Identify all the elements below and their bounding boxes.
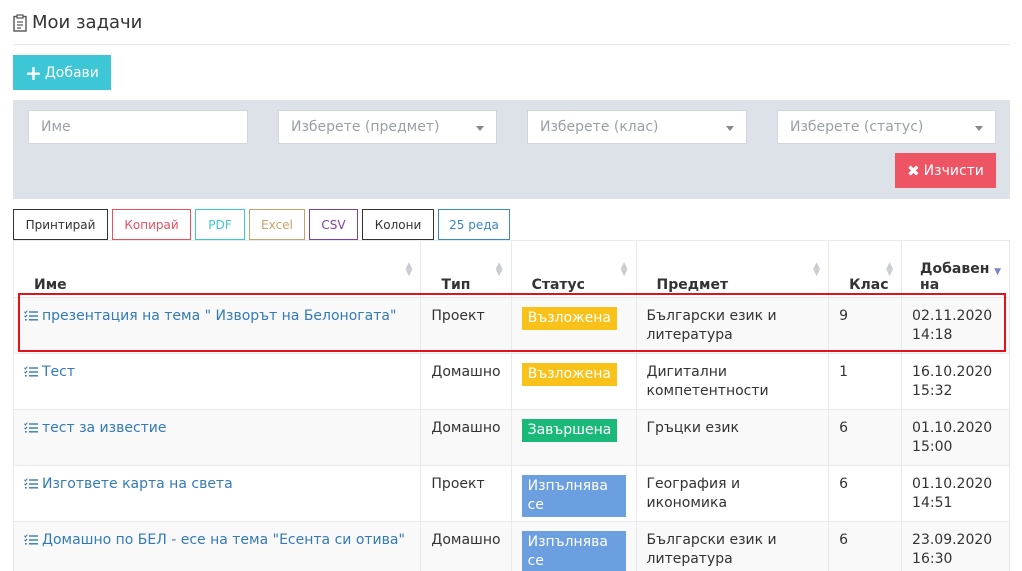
chevron-down-icon [726,126,734,131]
table-row: тест за известие Домашно Завършена Гръцки е… [12,409,1010,466]
sort-icon: ▲ ▼ [886,261,894,278]
task-added-date: 01.10.2020 14:51 [901,465,1010,522]
task-added-date: 16.10.2020 15:32 [901,353,1010,410]
add-task-button[interactable]: + Добави [13,55,111,90]
column-header-subject[interactable]: Предмет ▲ ▼ [635,240,830,298]
sort-icon: ▲ ▼ [620,261,628,278]
table-header-row: Име ▲ ▼ Тип ▲ ▼ Статус ▲ ▼ Предмет ▲ ▼ Клас ▲ ▼ До… [12,240,1010,298]
header-divider [13,44,1010,45]
task-name-link[interactable]: презентация на тема " Изворът на Белоног… [12,297,422,354]
tasks-list-icon [24,366,38,377]
task-subject: Български език и литература [635,297,830,354]
column-header-status[interactable]: Статус ▲ ▼ [510,240,637,298]
page-header: Мои задачи [13,12,142,33]
task-name-link[interactable]: Домашно по БЕЛ - есе на тема "Есента си … [12,521,422,571]
status-badge: Възложена [521,307,618,330]
task-name-link[interactable]: Тест [12,353,422,410]
task-status: Възложена [510,297,637,354]
export-toolbar: Принтирай Копирай PDF Excel CSV Колони 2… [13,209,510,240]
task-type: Проект [420,465,512,522]
status-badge: Изпълнява се [521,531,626,571]
filter-panel: Име Изберете (предмет) Изберете (клас) И… [13,100,1010,199]
class-select[interactable]: Изберете (клас) [527,110,747,144]
tasks-list-icon [24,534,38,545]
copy-button[interactable]: Копирай [112,209,191,240]
clipboard-icon [13,13,27,32]
table-row: Изгответе карта на света Проект Изпълнява … [12,465,1010,522]
task-class: 6 [828,521,903,571]
tasks-list-icon [24,478,38,489]
task-status: Завършена [510,409,637,466]
column-header-type[interactable]: Тип ▲ ▼ [420,240,512,298]
chevron-down-icon [975,126,983,131]
task-added-date: 23.09.2020 16:30 [901,521,1010,571]
table-row: Тест Домашно Възложена Дигитални компетентн… [12,353,1010,410]
times-icon: ✖ [907,161,920,180]
plus-icon: + [25,60,42,85]
print-button[interactable]: Принтирай [13,209,108,240]
pdf-button[interactable]: PDF [195,209,245,240]
task-class: 9 [828,297,903,354]
task-added-date: 01.10.2020 15:00 [901,409,1010,466]
task-name-link[interactable]: тест за известие [12,409,422,466]
chevron-down-icon [476,126,484,131]
task-class: 6 [828,409,903,466]
task-type: Домашно [420,353,512,410]
task-class: 1 [828,353,903,410]
column-header-name[interactable]: Име ▲ ▼ [12,240,422,298]
sort-icon: ▲ ▼ [405,261,413,278]
task-subject: Български език и литература [635,521,830,571]
task-subject: Гръцки език [635,409,830,466]
task-subject: Дигитални компетентности [635,353,830,410]
sort-icon: ▲ ▼ [495,261,503,278]
task-status: Изпълнява се [510,465,637,522]
add-task-label: Добави [44,64,99,81]
page-title: Мои задачи [32,12,143,33]
name-filter-input[interactable]: Име [28,110,248,144]
table-row: презентация на тема " Изворът на Белоног… [12,297,1010,354]
task-status: Възложена [510,353,637,410]
task-type: Домашно [420,521,512,571]
excel-button[interactable]: Excel [249,209,305,240]
csv-button[interactable]: CSV [309,209,358,240]
column-header-class[interactable]: Клас ▲ ▼ [828,240,903,298]
task-type: Проект [420,297,512,354]
status-badge: Възложена [521,363,618,386]
task-subject: География и икономика [635,465,830,522]
column-header-added[interactable]: Добавен на ▼ [901,240,1010,298]
task-added-date: 02.11.2020 14:18 [901,297,1010,354]
tasks-list-icon [24,422,38,433]
columns-button[interactable]: Колони [362,209,434,240]
sort-icon: ▲ ▼ [813,261,821,278]
tasks-table: Име ▲ ▼ Тип ▲ ▼ Статус ▲ ▼ Предмет ▲ ▼ Клас ▲ ▼ До… [12,240,1010,571]
task-status: Изпълнява се [510,521,637,571]
page-length-button[interactable]: 25 реда [438,209,510,240]
task-name-link[interactable]: Изгответе карта на света [12,465,422,522]
subject-select[interactable]: Изберете (предмет) [278,110,497,144]
sort-desc-icon: ▼ [994,267,1001,277]
status-badge: Изпълнява се [521,475,626,517]
tasks-list-icon [24,310,38,321]
status-badge: Завършена [521,419,618,442]
status-select[interactable]: Изберете (статус) [777,110,996,144]
task-type: Домашно [420,409,512,466]
table-row: Домашно по БЕЛ - есе на тема "Есента си … [12,521,1010,571]
clear-filters-button[interactable]: ✖ Изчисти [895,153,996,188]
task-class: 6 [828,465,903,522]
